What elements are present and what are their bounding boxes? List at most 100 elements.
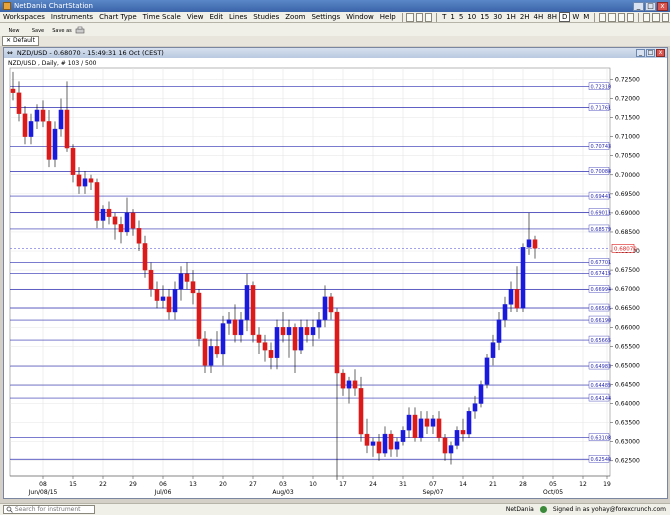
- netdania-app-icon: [3, 2, 11, 10]
- close-tab-icon[interactable]: ✕: [6, 37, 11, 45]
- menu-help[interactable]: Help: [377, 13, 399, 21]
- candle-body: [220, 323, 226, 355]
- candle-body: [202, 338, 208, 366]
- price-chart[interactable]: 0.72500 0.72000 0.71500 0.71000 0.70500 0.700…: [4, 48, 667, 498]
- timescale-2h[interactable]: 2H: [518, 13, 532, 21]
- menu-workspaces[interactable]: Workspaces: [0, 13, 48, 21]
- trendline-icon[interactable]: [643, 12, 651, 22]
- x-tick-label: 03: [279, 481, 287, 488]
- window-title: NetDania ChartStation: [14, 2, 93, 10]
- plot-area: [9, 67, 611, 477]
- candle-body: [472, 403, 478, 412]
- menu-instruments[interactable]: Instruments: [48, 13, 96, 21]
- zoom-in-icon[interactable]: [617, 12, 625, 22]
- timescale-8h[interactable]: 8H: [545, 13, 559, 21]
- x-tick-label: 29: [129, 481, 137, 488]
- close-button[interactable]: x: [657, 1, 668, 11]
- menu-edit[interactable]: Edit: [206, 13, 226, 21]
- level-label: 0.71761: [591, 105, 612, 111]
- candle-body: [106, 208, 112, 217]
- y-tick-label: 0.72000: [615, 96, 640, 103]
- timescale-10min[interactable]: 10: [465, 13, 478, 21]
- candle-body: [238, 319, 244, 336]
- candle-body: [250, 285, 256, 336]
- candle-body: [430, 418, 436, 427]
- y-tick-label: 0.69000: [615, 210, 640, 217]
- candle-body: [148, 269, 154, 290]
- menu-settings[interactable]: Settings: [308, 13, 343, 21]
- candle-body: [130, 212, 136, 229]
- candle-body: [328, 296, 334, 313]
- menu-view[interactable]: View: [184, 13, 207, 21]
- chart-window-title: NZD/USD - 0.68070 - 15:49:31 16 Oct (CES…: [16, 49, 164, 57]
- candle-body: [394, 441, 400, 450]
- maximize-button[interactable]: □: [645, 1, 656, 11]
- candle-body: [532, 239, 538, 249]
- line-chart-icon[interactable]: [425, 12, 433, 22]
- minimize-button[interactable]: _: [633, 1, 644, 11]
- candle-body: [160, 296, 166, 301]
- crosshair-icon[interactable]: [599, 12, 607, 22]
- bar-chart-icon[interactable]: [415, 12, 424, 22]
- fibonacci-icon[interactable]: [652, 12, 660, 22]
- print-icon[interactable]: [75, 26, 85, 36]
- toolbar-separator: [594, 12, 596, 22]
- candle-body: [412, 414, 418, 439]
- level-label: 0.70088: [591, 169, 612, 175]
- x-tick-label: 27: [249, 481, 257, 488]
- candle-body: [208, 346, 214, 366]
- menu-zoom[interactable]: Zoom: [282, 13, 308, 21]
- chart-minimize-button[interactable]: _: [636, 49, 645, 57]
- timescale-30min[interactable]: 30: [491, 13, 504, 21]
- text-tool-icon[interactable]: [661, 12, 669, 22]
- candle-body: [298, 327, 304, 351]
- candle-body: [40, 109, 46, 122]
- menu-bar: Workspaces Instruments Chart Type Time S…: [0, 12, 670, 23]
- timescale-weekly[interactable]: W: [570, 13, 581, 21]
- level-label: 0.69441: [591, 194, 612, 200]
- menu-chart-type[interactable]: Chart Type: [96, 13, 140, 21]
- grid-icon[interactable]: [608, 12, 616, 22]
- timescale-tick[interactable]: T: [440, 13, 448, 21]
- menu-time-scale[interactable]: Time Scale: [140, 13, 184, 21]
- level-label: 0.69011: [591, 210, 612, 216]
- timescale-15min[interactable]: 15: [478, 13, 491, 21]
- candle-body: [448, 445, 454, 454]
- timescale-5min[interactable]: 5: [457, 13, 465, 21]
- candle-body: [190, 281, 196, 294]
- x-tick-label: 21: [489, 481, 497, 488]
- candle-body: [466, 411, 472, 435]
- level-label: 0.67415: [591, 271, 612, 277]
- level-label: 0.63108: [591, 435, 612, 441]
- timescale-4h[interactable]: 4H: [532, 13, 546, 21]
- candle-body: [424, 418, 430, 427]
- level-label: 0.70743: [591, 144, 612, 150]
- chart-close-button[interactable]: x: [656, 49, 665, 57]
- menu-lines[interactable]: Lines: [226, 13, 250, 21]
- x-month-label: Oct/05: [543, 489, 563, 496]
- candle-body: [118, 224, 124, 233]
- timescale-1min[interactable]: 1: [448, 13, 456, 21]
- candle-body: [352, 380, 358, 389]
- level-label: 0.68579: [591, 227, 612, 233]
- timescale-monthly[interactable]: M: [581, 13, 591, 21]
- level-label: 0.64144: [591, 396, 612, 402]
- chart-maximize-button[interactable]: □: [646, 49, 655, 57]
- y-tick-label: 0.62500: [615, 458, 640, 465]
- chart-window: 0.72500 0.72000 0.71500 0.71000 0.70500 0.700…: [3, 47, 668, 499]
- connection-status-icon: [539, 506, 547, 513]
- instrument-search[interactable]: [3, 505, 95, 514]
- zoom-out-icon[interactable]: [626, 12, 635, 22]
- candlestick-chart-icon[interactable]: [406, 12, 414, 22]
- workspace-tab-default[interactable]: ✕ Default: [2, 36, 39, 46]
- candle-body: [214, 346, 220, 355]
- timescale-daily[interactable]: D: [558, 12, 571, 22]
- menu-window[interactable]: Window: [343, 13, 377, 21]
- candle-body: [196, 292, 202, 339]
- search-input[interactable]: [14, 506, 94, 513]
- menu-studies[interactable]: Studies: [250, 13, 282, 21]
- candle-body: [490, 342, 496, 358]
- timescale-1h[interactable]: 1H: [504, 13, 518, 21]
- candle-body: [100, 208, 106, 221]
- candle-body: [142, 243, 148, 271]
